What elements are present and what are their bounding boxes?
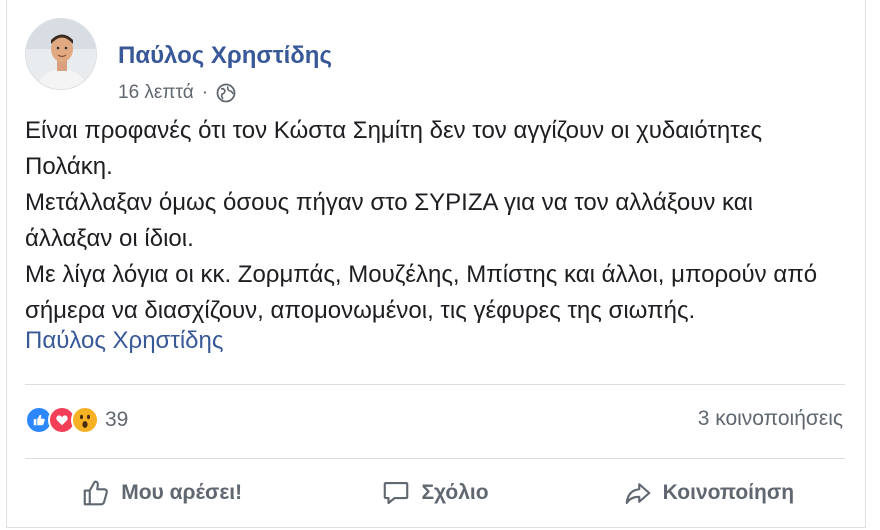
post-card: Παύλος Χρηστίδης 16 λεπτά · Είναι προφαν… <box>6 0 866 528</box>
share-button-label: Κοινοποίηση <box>662 481 795 504</box>
post-paragraph: Με λίγα λόγια οι κκ. Ζορμπάς, Μουζέλης, … <box>25 261 818 324</box>
divider <box>25 384 845 385</box>
post-meta: 16 λεπτά · <box>118 82 236 104</box>
wow-icon <box>71 406 99 434</box>
post-paragraph: Μετάλλαξαν όμως όσους πήγαν στο ΣΥΡΙΖΑ γ… <box>25 189 753 252</box>
thumbs-up-icon <box>83 480 109 506</box>
comment-button-label: Σχόλιο <box>421 481 489 504</box>
like-button[interactable]: Μου αρέσει! <box>25 466 298 520</box>
divider <box>25 458 845 459</box>
reactions-summary[interactable]: 39 <box>25 404 128 436</box>
post-time[interactable]: 16 λεπτά <box>118 82 194 104</box>
shares-count[interactable]: 3 κοινοποιήσεις <box>698 407 843 431</box>
post-paragraph: Είναι προφανές ότι τον Κώστα Σημίτη δεν … <box>25 117 763 180</box>
post-body: Είναι προφανές ότι τον Κώστα Σημίτη δεν … <box>25 113 845 329</box>
comment-button[interactable]: Σχόλιο <box>298 466 571 520</box>
meta-separator: · <box>201 82 209 103</box>
author-name[interactable]: Παύλος Χρηστίδης <box>118 42 332 70</box>
reaction-count[interactable]: 39 <box>105 408 128 432</box>
globe-icon[interactable] <box>216 83 236 103</box>
comment-icon <box>384 481 409 505</box>
like-button-label: Μου αρέσει! <box>121 481 243 504</box>
share-icon <box>625 483 650 505</box>
share-button[interactable]: Κοινοποίηση <box>572 466 845 520</box>
action-bar: Μου αρέσει! Σχόλιο Κοινοποίηση <box>25 466 845 520</box>
avatar[interactable] <box>25 18 97 90</box>
avatar-portrait <box>26 19 96 89</box>
signature-link[interactable]: Παύλος Χρηστίδης <box>25 327 223 355</box>
